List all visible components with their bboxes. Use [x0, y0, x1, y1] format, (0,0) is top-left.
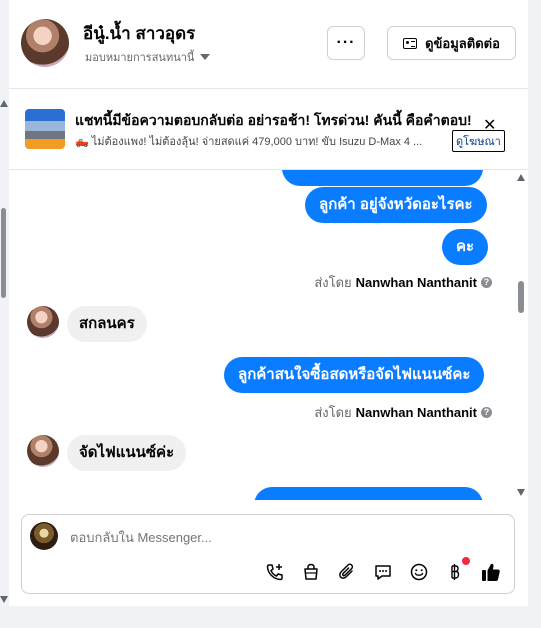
notification-dot — [462, 557, 470, 565]
chat-bubble-icon[interactable] — [372, 561, 394, 583]
outer-scrollbar[interactable] — [0, 0, 9, 606]
bottom-margin — [0, 606, 541, 628]
assign-label: มอบหมายการสนทนานี้ — [85, 52, 195, 64]
contact-avatar-small — [27, 306, 59, 338]
message-incoming: จัดไฟแนนซ์ค่ะ — [67, 435, 187, 471]
scroll-up-arrow[interactable] — [517, 174, 525, 181]
contact-card-icon — [403, 37, 418, 49]
help-icon[interactable]: ? — [481, 277, 492, 288]
view-contact-label: ดูข้อมูลติดต่อ — [425, 35, 500, 51]
ad-title: แชทนี้มีข้อความตอบกลับต่อ อย่ารอช้า! โทร… — [75, 112, 472, 128]
message-outgoing: คะ — [442, 229, 489, 265]
scroll-up-arrow[interactable] — [0, 100, 8, 107]
phone-plus-icon[interactable] — [264, 561, 286, 583]
thumbs-up-icon[interactable] — [480, 561, 502, 583]
sent-by-label: ส่งโดย Nanwhan Nanthanit ? — [314, 402, 492, 423]
contact-name[interactable]: อีนู๋.น้ำ สาวอุดร — [83, 20, 195, 47]
ad-banner: แชทนี้มีข้อความตอบกลับต่อ อย่ารอช้า! โทร… — [9, 89, 528, 170]
assign-conversation-dropdown[interactable]: มอบหมายการสนทนานี้ — [85, 48, 211, 66]
shopping-bag-icon[interactable] — [300, 561, 322, 583]
conversation-header: อีนู๋.น้ำ สาวอุดร มอบหมายการสนทนานี้ ···… — [9, 0, 528, 89]
sent-by-label: ส่งโดย Nanwhan Nanthanit ? — [314, 272, 492, 293]
agent-name: Nanwhan Nanthanit — [355, 405, 477, 420]
smiley-icon[interactable] — [408, 561, 430, 583]
contact-avatar[interactable] — [21, 19, 69, 67]
scroll-down-arrow[interactable] — [0, 596, 8, 603]
message-scrollbar[interactable] — [515, 170, 527, 500]
ad-thumbnail[interactable] — [25, 109, 65, 149]
paperclip-icon[interactable] — [336, 561, 358, 583]
sent-by-prefix: ส่งโดย — [314, 405, 352, 420]
scroll-thumb[interactable] — [1, 208, 6, 298]
message-outgoing: ลูกค้า อยู่จังหวัดอะไรคะ — [305, 187, 487, 223]
message-list: ลูกค้า อยู่จังหวัดอะไรคะ คะ ส่งโดย Nanwh… — [9, 170, 528, 500]
message-outgoing-partial — [282, 170, 483, 186]
more-icon: ··· — [336, 34, 356, 51]
message-outgoing-partial — [254, 487, 483, 500]
sent-by-prefix: ส่งโดย — [314, 275, 352, 290]
contact-avatar-small — [27, 435, 59, 467]
message-composer — [21, 514, 515, 594]
ad-description: 🛻 ไม่ต้องแพง! ไม่ต้องลุ้น! จ่ายสดแค่ 479… — [75, 136, 423, 148]
message-outgoing: ลูกค้าสนใจซื้อสดหรือจัดไฟแนนซ์คะ — [224, 357, 485, 393]
caret-down-icon — [200, 54, 211, 60]
view-ad-link[interactable]: ดูโฆษณา — [452, 130, 505, 152]
reply-input[interactable] — [70, 530, 450, 545]
scroll-thumb[interactable] — [518, 281, 524, 313]
help-icon[interactable]: ? — [481, 407, 492, 418]
message-incoming: สกลนคร — [67, 306, 147, 342]
view-contact-button[interactable]: ดูข้อมูลติดต่อ — [387, 26, 516, 60]
composer-toolbar — [264, 557, 502, 583]
agent-name: Nanwhan Nanthanit — [355, 275, 477, 290]
baht-icon[interactable] — [444, 557, 470, 583]
page-avatar — [30, 522, 58, 550]
conversation-panel: อีนู๋.น้ำ สาวอุดร มอบหมายการสนทนานี้ ···… — [9, 0, 528, 606]
scroll-down-arrow[interactable] — [517, 489, 525, 496]
close-icon[interactable]: ✕ — [483, 118, 496, 134]
more-options-button[interactable]: ··· — [327, 26, 365, 60]
